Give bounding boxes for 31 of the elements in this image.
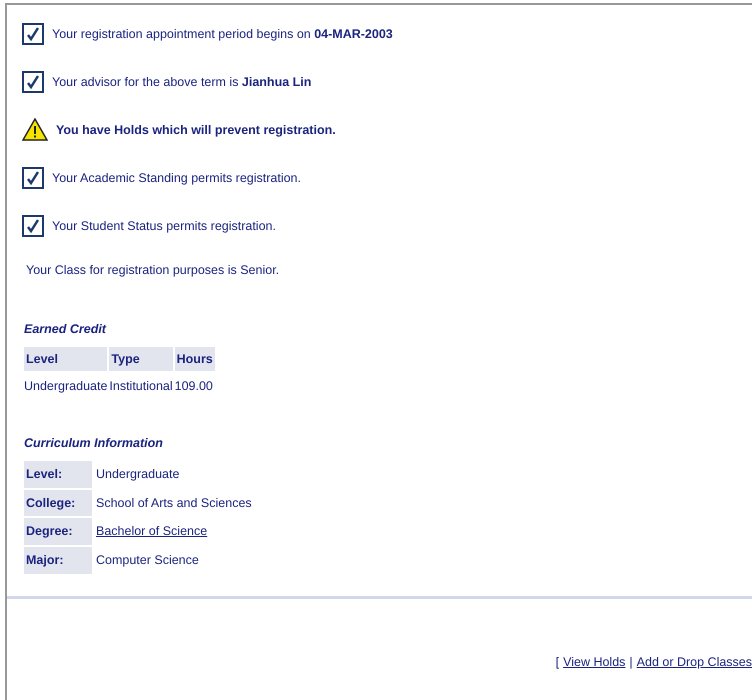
checkmark-icon <box>22 215 44 237</box>
table-cell-text: 109.00 <box>174 378 214 396</box>
section-heading: Earned Credit <box>24 320 108 338</box>
field-value: School of Arts and Sciences <box>96 496 252 510</box>
field-label: Degree: <box>24 518 92 545</box>
table-cell-text: Undergraduate <box>24 378 108 396</box>
checkmark-icon <box>22 71 44 93</box>
separator: | <box>629 654 633 671</box>
footer-link[interactable]: Add or Drop Classes <box>636 652 752 672</box>
field-value: Undergraduate <box>96 466 180 481</box>
checkmark-icon <box>22 23 44 45</box>
degree-link[interactable]: Bachelor of Science <box>96 524 208 538</box>
field-value: Computer Science <box>96 553 199 567</box>
status-message: Your Student Status permits registration. <box>52 218 276 235</box>
status-message: Your Academic Standing permits registration. <box>52 170 301 187</box>
footer-link[interactable]: View Holds <box>563 652 626 672</box>
field-label: Level: <box>24 460 92 488</box>
column-header: Hours <box>174 346 215 372</box>
field-label: College: <box>24 490 92 516</box>
bracket: [ <box>556 654 560 671</box>
column-header: Level <box>24 346 108 372</box>
warning-message: You have Holds which will prevent registration. <box>56 122 336 139</box>
column-header: Type <box>109 346 173 372</box>
table-cell-text: Institutional <box>109 378 173 396</box>
field-label: Major: <box>24 547 92 574</box>
class-note: Your Class for registration purposes is Senior. <box>26 262 280 279</box>
status-message: Your advisor for the above term is Jianhua Lin <box>52 74 312 91</box>
section-heading: Curriculum Information <box>24 435 164 452</box>
status-message: Your registration appointment period begins on 04-MAR-2003 <box>52 26 393 43</box>
warning-icon <box>22 118 48 142</box>
checkmark-icon <box>22 167 44 189</box>
